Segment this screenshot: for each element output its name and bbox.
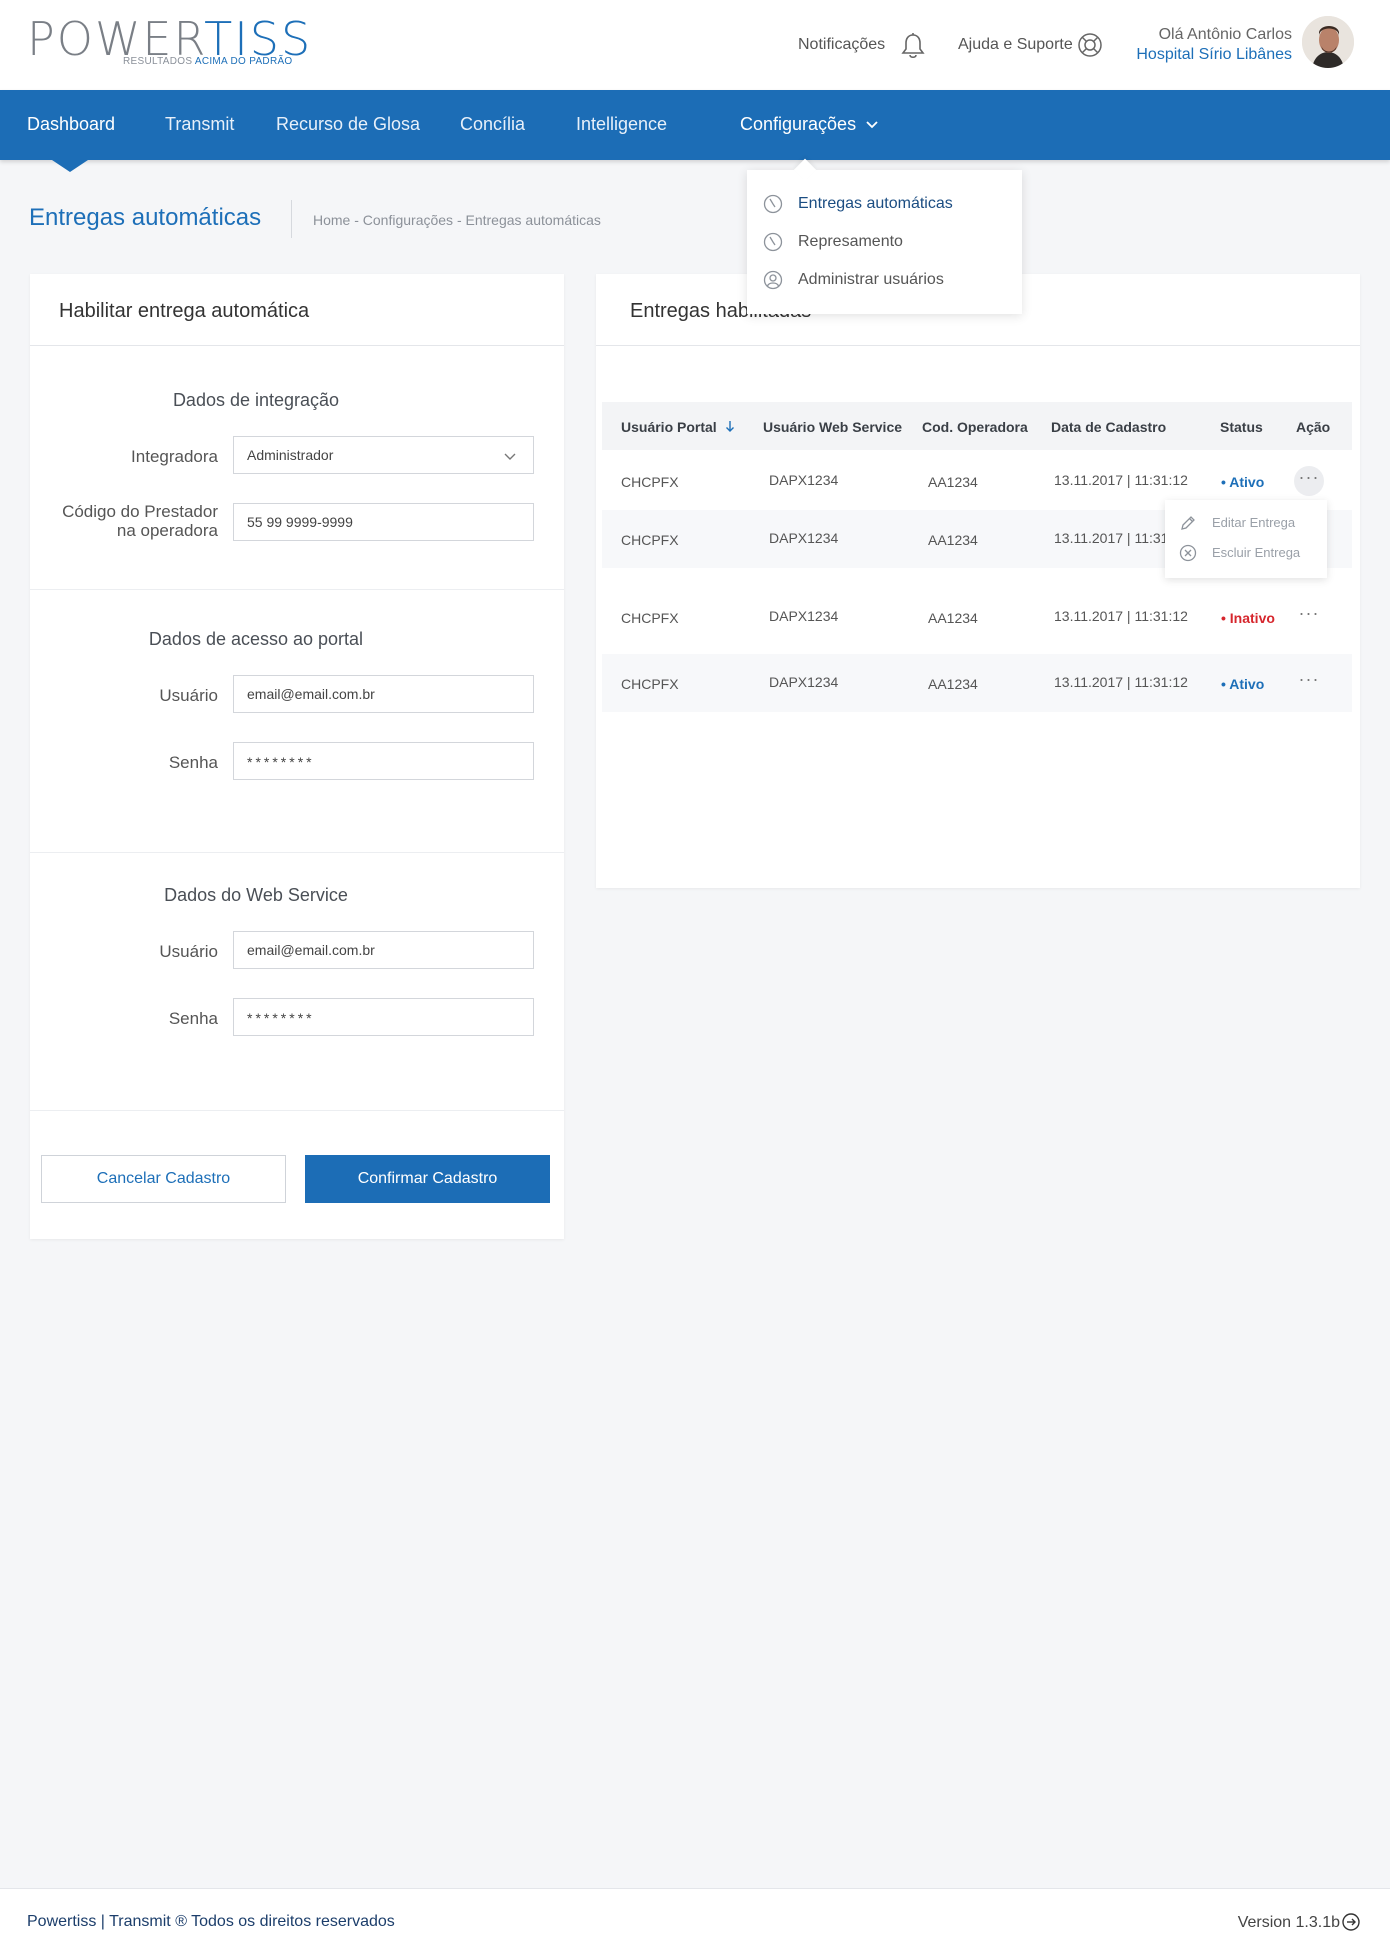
integradora-select[interactable]: Administrador bbox=[233, 436, 534, 474]
cell-data-cadastro: 13.11.2017 | 11:31:12 bbox=[1054, 674, 1188, 690]
cell-usuario-ws: DAPX1234 bbox=[769, 530, 839, 546]
pencil-icon bbox=[1181, 516, 1195, 530]
cell-data-cadastro: 13.11.2017 | 11:31:12 bbox=[1054, 608, 1188, 624]
cell-cod-operadora: AA1234 bbox=[928, 610, 978, 626]
portal-senha-label: Senha bbox=[168, 753, 218, 772]
status-badge: • Ativo bbox=[1221, 676, 1265, 692]
menu-item-excluir-entrega[interactable]: Escluir Entrega bbox=[1179, 542, 1329, 562]
logo-tagline: RESULTADOS ACIMA DO PADRÃO bbox=[123, 56, 293, 67]
clock-icon bbox=[763, 194, 783, 214]
status-badge: • Inativo bbox=[1221, 610, 1275, 626]
powertiss-logo[interactable]: POWERTISS RESULTADOS ACIMA DO PADRÃO bbox=[27, 16, 310, 70]
row-actions-button[interactable]: ··· bbox=[1294, 466, 1324, 496]
configuracoes-dropdown: Entregas automáticas Represamento Admini… bbox=[747, 170, 1022, 314]
active-nav-indicator bbox=[52, 160, 88, 172]
cell-usuario-ws: DAPX1234 bbox=[769, 472, 839, 488]
section-divider bbox=[30, 1110, 564, 1111]
nav-transmit[interactable]: Transmit bbox=[165, 114, 234, 135]
cell-usuario-portal: CHCPFX bbox=[621, 474, 679, 490]
section-divider bbox=[30, 852, 564, 853]
cell-usuario-portal: CHCPFX bbox=[621, 610, 679, 626]
table-header-row: Usuário Portal Usuário Web Service Cod. … bbox=[602, 402, 1352, 450]
enable-delivery-panel: Habilitar entrega automática Dados de in… bbox=[30, 274, 564, 1239]
breadcrumb[interactable]: Home - Configurações - Entregas automáti… bbox=[313, 212, 601, 228]
app-footer: Powertiss | Transmit ® Todos os direitos… bbox=[0, 1888, 1390, 1949]
integradora-label: Integradora bbox=[131, 447, 218, 466]
title-divider bbox=[291, 200, 292, 238]
user-avatar[interactable] bbox=[1302, 16, 1354, 68]
nav-dashboard[interactable]: Dashboard bbox=[27, 114, 115, 135]
codigo-prestador-label: Código do Prestador na operadora bbox=[62, 502, 218, 540]
close-circle-icon bbox=[1179, 544, 1197, 562]
chevron-down-icon bbox=[504, 453, 516, 460]
status-badge: • Ativo bbox=[1221, 474, 1265, 490]
nav-recurso-de-glosa[interactable]: Recurso de Glosa bbox=[276, 114, 420, 135]
col-cod-operadora[interactable]: Cod. Operadora bbox=[922, 419, 1028, 435]
nav-intelligence[interactable]: Intelligence bbox=[576, 114, 667, 135]
nav-concilia[interactable]: Concília bbox=[460, 114, 525, 135]
ws-senha-label: Senha bbox=[168, 1009, 218, 1028]
user-greeting: Olá Antônio Carlos bbox=[1158, 26, 1292, 43]
enabled-deliveries-panel: Entregas habilitadas Usuário Portal Usuá… bbox=[596, 274, 1360, 888]
clock-icon bbox=[763, 232, 783, 252]
col-data-cadastro[interactable]: Data de Cadastro bbox=[1051, 419, 1166, 435]
hospital-name[interactable]: Hospital Sírio Libânes bbox=[1136, 46, 1292, 64]
cell-usuario-portal: CHCPFX bbox=[621, 532, 679, 548]
page-title: Entregas automáticas bbox=[29, 204, 262, 231]
portal-usuario-label: Usuário bbox=[159, 686, 218, 705]
panel-header: Habilitar entrega automática bbox=[30, 274, 564, 346]
row-actions-button[interactable]: ··· bbox=[1294, 668, 1324, 698]
cell-usuario-ws: DAPX1234 bbox=[769, 674, 839, 690]
panel-title: Habilitar entrega automática bbox=[59, 300, 310, 322]
cell-usuario-ws: DAPX1234 bbox=[769, 608, 839, 624]
notifications-link[interactable]: Notificações bbox=[798, 36, 885, 54]
app-header: POWERTISS RESULTADOS ACIMA DO PADRÃO Not… bbox=[0, 0, 1390, 90]
integradora-selected-value: Administrador bbox=[247, 447, 334, 463]
help-support-link[interactable]: Ajuda e Suporte bbox=[958, 36, 1073, 54]
col-usuario-portal[interactable]: Usuário Portal bbox=[621, 419, 717, 435]
table-row[interactable]: CHCPFX DAPX1234 AA1234 13.11.2017 | 11:3… bbox=[602, 588, 1352, 646]
ws-usuario-input[interactable]: email@email.com.br bbox=[233, 931, 534, 969]
section-title-webservice: Dados do Web Service bbox=[164, 885, 348, 905]
col-usuario-web-service[interactable]: Usuário Web Service bbox=[763, 419, 902, 435]
portal-senha-input[interactable]: ******** bbox=[233, 742, 534, 780]
row-context-menu: Editar Entrega Escluir Entrega bbox=[1165, 500, 1327, 578]
menu-item-editar-entrega[interactable]: Editar Entrega bbox=[1179, 512, 1329, 532]
nav-configuracoes[interactable]: Configurações bbox=[740, 114, 879, 135]
portal-usuario-input[interactable]: email@email.com.br bbox=[233, 675, 534, 713]
section-divider bbox=[30, 589, 564, 590]
bell-icon[interactable] bbox=[900, 32, 926, 60]
cell-cod-operadora: AA1234 bbox=[928, 676, 978, 692]
main-nav: Dashboard Transmit Recurso de Glosa Conc… bbox=[0, 90, 1390, 160]
footer-version: Version 1.3.1b bbox=[1237, 1914, 1340, 1931]
ws-senha-input[interactable]: ******** bbox=[233, 998, 534, 1036]
codigo-prestador-input[interactable]: 55 99 9999-9999 bbox=[233, 503, 534, 541]
sort-down-icon[interactable] bbox=[724, 418, 736, 434]
user-circle-icon bbox=[763, 270, 783, 290]
cancel-button[interactable]: Cancelar Cadastro bbox=[41, 1155, 286, 1203]
cell-data-cadastro: 13.11.2017 | 11:31:12 bbox=[1054, 472, 1188, 488]
cell-cod-operadora: AA1234 bbox=[928, 474, 978, 490]
section-title-integracao: Dados de integração bbox=[172, 390, 340, 410]
row-actions-button[interactable]: ··· bbox=[1294, 602, 1324, 632]
cell-usuario-portal: CHCPFX bbox=[621, 676, 679, 692]
menu-item-administrar-usuarios[interactable]: Administrar usuários bbox=[763, 268, 1013, 292]
col-acao: Ação bbox=[1296, 419, 1331, 435]
logout-icon[interactable] bbox=[1341, 1912, 1361, 1932]
menu-item-entregas-automaticas[interactable]: Entregas automáticas bbox=[763, 192, 1013, 216]
ws-usuario-label: Usuário bbox=[159, 942, 218, 961]
section-title-portal: Dados de acesso ao portal bbox=[148, 629, 364, 649]
nav-configuracoes-label: Configurações bbox=[740, 114, 857, 134]
footer-copyright: Powertiss | Transmit ® Todos os direitos… bbox=[27, 1913, 395, 1930]
lifebuoy-icon[interactable] bbox=[1077, 32, 1103, 58]
confirm-button[interactable]: Confirmar Cadastro bbox=[305, 1155, 550, 1203]
col-status[interactable]: Status bbox=[1220, 419, 1263, 435]
chevron-down-icon bbox=[866, 121, 878, 129]
cell-cod-operadora: AA1234 bbox=[928, 532, 978, 548]
menu-item-represamento[interactable]: Represamento bbox=[763, 230, 1013, 254]
table-row[interactable]: CHCPFX DAPX1234 AA1234 13.11.2017 | 11:3… bbox=[602, 654, 1352, 712]
